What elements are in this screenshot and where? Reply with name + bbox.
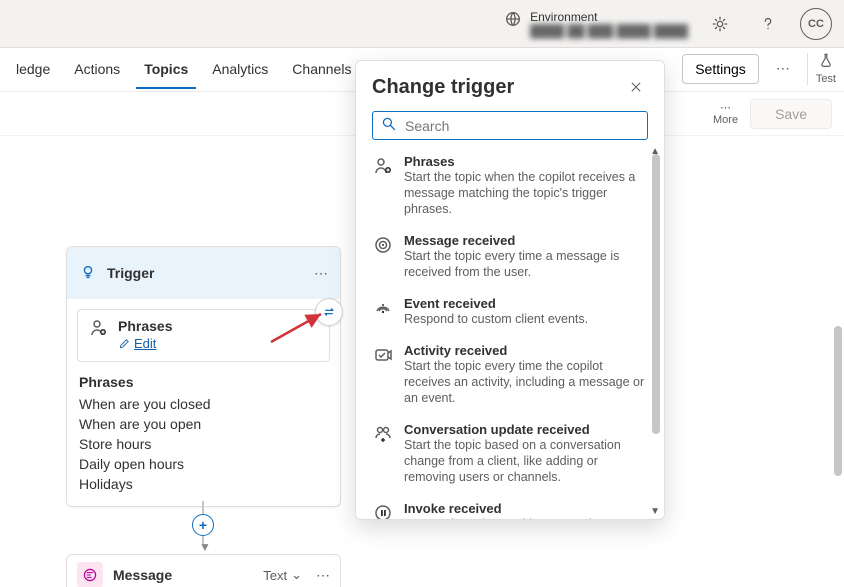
popover-title: Change trigger (372, 76, 624, 99)
option-icon (372, 422, 394, 485)
trigger-search-input[interactable] (403, 117, 639, 135)
trigger-phrases-summary[interactable]: Phrases Edit (77, 309, 330, 362)
add-node-button[interactable]: + (192, 514, 214, 536)
trigger-bulb-icon (79, 263, 97, 284)
option-title: Activity received (404, 343, 646, 358)
option-title: Message received (404, 233, 646, 248)
trigger-option-conversation-update-received[interactable]: Conversation update receivedStart the to… (372, 414, 646, 493)
option-title: Event received (404, 296, 588, 311)
option-desc: Start the topic when the copilot receive… (404, 169, 646, 217)
option-desc: Start the topic every time the copilot r… (404, 358, 646, 406)
trigger-option-event-received[interactable]: Event receivedRespond to custom client e… (372, 288, 646, 335)
search-icon (381, 116, 397, 135)
option-icon (372, 233, 394, 280)
popover-scrollbar[interactable] (652, 154, 660, 507)
option-title: Conversation update received (404, 422, 646, 437)
message-node[interactable]: Message Text ⌄ ⋯ (66, 554, 341, 587)
edit-phrases-link[interactable]: Edit (118, 336, 156, 351)
environment-label: Environment (530, 10, 688, 24)
option-icon (372, 296, 394, 327)
nav-tab-actions[interactable]: Actions (66, 51, 128, 89)
option-desc: Start the topic based on a conversation … (404, 437, 646, 485)
nav-more-button[interactable]: ⋯ (767, 53, 799, 85)
chevron-down-icon: ⌄ (291, 567, 302, 583)
option-title: Phrases (404, 154, 646, 169)
trigger-option-phrases[interactable]: PhrasesStart the topic when the copilot … (372, 146, 646, 225)
message-type-dropdown[interactable]: Text ⌄ (263, 567, 302, 583)
trigger-node-more[interactable]: ⋯ (314, 257, 328, 289)
globe-icon (504, 10, 522, 31)
trigger-node-header: Trigger ⋯ (67, 247, 340, 299)
option-desc: Respond to custom client events. (404, 311, 588, 327)
trigger-node-title: Trigger (107, 265, 154, 281)
save-button[interactable]: Save (750, 99, 832, 129)
beaker-icon (818, 52, 834, 71)
trigger-option-invoke-received[interactable]: Invoke receivedRespond to advanced input… (372, 493, 646, 519)
nav-tab-ledge[interactable]: ledge (8, 51, 58, 89)
nav-tab-topics[interactable]: Topics (136, 51, 196, 89)
trigger-search[interactable] (372, 111, 648, 140)
change-trigger-button[interactable] (315, 298, 343, 326)
person-icon (88, 318, 108, 341)
phrase-item: Holidays (79, 474, 328, 494)
option-icon (372, 343, 394, 406)
nav-tab-channels[interactable]: Channels (284, 51, 359, 89)
option-desc: Respond to advanced inputs, such as butt… (404, 516, 646, 519)
message-icon (77, 562, 103, 587)
phrase-item: Daily open hours (79, 454, 328, 474)
test-button[interactable]: Test (816, 52, 836, 85)
connector-arrow-icon: ▼ (199, 540, 211, 554)
option-title: Invoke received (404, 501, 646, 516)
scrollbar-thumb[interactable] (652, 154, 660, 434)
phrase-item: Store hours (79, 434, 328, 454)
trigger-option-activity-received[interactable]: Activity receivedStart the topic every t… (372, 335, 646, 414)
canvas-more-button[interactable]: ⋯More (713, 101, 738, 126)
change-trigger-popover: Change trigger ▲ PhrasesStart the topic … (355, 60, 665, 520)
phrases-preview: Phrases When are you closedWhen are you … (67, 372, 340, 506)
environment-selector[interactable]: Environment ████ ██ ███ ████ ████ (504, 10, 688, 38)
phrase-item: When are you closed (79, 394, 328, 414)
nav-tab-analytics[interactable]: Analytics (204, 51, 276, 89)
canvas-scrollbar[interactable] (834, 206, 842, 581)
environment-name: ████ ██ ███ ████ ████ (530, 24, 688, 38)
phrases-box-title: Phrases (118, 318, 172, 334)
settings-gear-icon[interactable] (704, 8, 736, 40)
scroll-down-icon: ▼ (650, 506, 660, 517)
phrase-item: When are you open (79, 414, 328, 434)
user-avatar[interactable]: CC (800, 8, 832, 40)
option-icon (372, 154, 394, 217)
option-icon (372, 501, 394, 519)
close-button[interactable] (624, 75, 648, 99)
message-node-title: Message (113, 567, 172, 583)
trigger-option-message-received[interactable]: Message receivedStart the topic every ti… (372, 225, 646, 288)
app-topbar: Environment ████ ██ ███ ████ ████ CC (0, 0, 844, 48)
trigger-node[interactable]: Trigger ⋯ Phrases Edit (66, 246, 341, 507)
phrases-list-title: Phrases (79, 374, 328, 390)
option-desc: Start the topic every time a message is … (404, 248, 646, 280)
settings-button[interactable]: Settings (682, 54, 759, 84)
scrollbar-thumb[interactable] (834, 326, 842, 476)
message-node-more[interactable]: ⋯ (316, 559, 330, 587)
divider (807, 53, 808, 85)
help-icon[interactable] (752, 8, 784, 40)
